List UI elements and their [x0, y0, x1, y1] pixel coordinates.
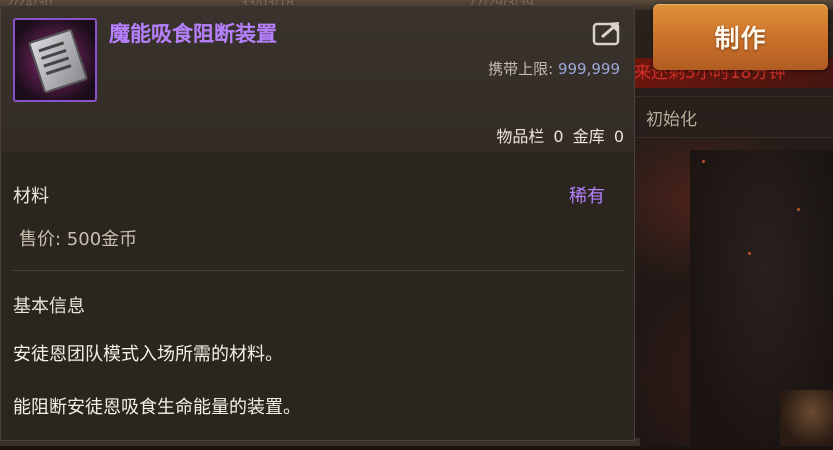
- make-button[interactable]: 制作: [653, 4, 828, 70]
- item-description-line: 能阻断安徒恩吸食生命能量的装置。: [13, 397, 301, 418]
- storage-count: 0: [613, 127, 624, 146]
- inventory-count: 0: [553, 127, 564, 146]
- ember-spark: [702, 160, 705, 163]
- ember-spark: [748, 252, 751, 255]
- item-rarity: 稀有: [569, 186, 605, 207]
- item-tablet-icon: [13, 18, 97, 102]
- carry-limit: 携带上限: 999,999: [488, 58, 620, 79]
- background-reset-label: 初始化: [646, 110, 697, 130]
- carry-limit-value: 999,999: [557, 60, 620, 78]
- item-type: 材料: [13, 186, 49, 207]
- background-character: [780, 390, 833, 446]
- item-price: 售价: 500金币: [19, 229, 138, 250]
- carry-limit-label: 携带上限:: [488, 60, 554, 78]
- storage-label: 金库: [572, 127, 605, 146]
- share-icon[interactable]: [592, 19, 624, 47]
- section-divider: [13, 270, 624, 271]
- item-description-line: 安徒恩团队模式入场所需的材料。: [13, 344, 283, 365]
- item-tooltip-panel: 魔能吸食阻断装置 携带上限: 999,999 物品栏 0 金库 0 材料 稀有 …: [0, 5, 635, 441]
- item-name: 魔能吸食阻断装置: [109, 22, 277, 46]
- storage-counts: 物品栏 0 金库 0: [492, 123, 624, 147]
- background-reset-row[interactable]: 初始化: [628, 96, 833, 138]
- inventory-label: 物品栏: [496, 127, 545, 146]
- basic-info-title: 基本信息: [13, 296, 85, 317]
- ember-spark: [797, 208, 800, 211]
